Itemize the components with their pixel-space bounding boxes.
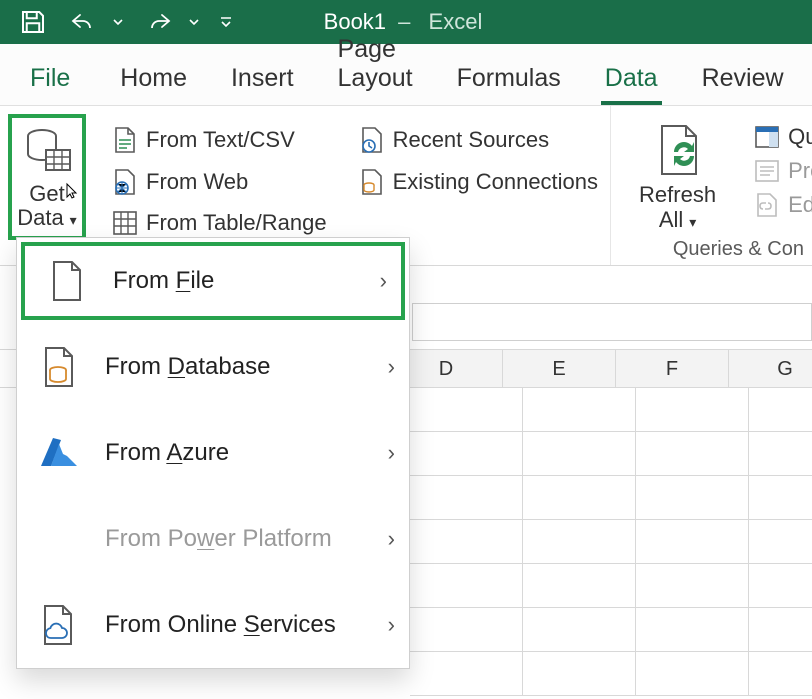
file-icon bbox=[47, 260, 87, 302]
cursor-icon bbox=[65, 182, 79, 200]
redo-button[interactable] bbox=[142, 9, 176, 35]
menu-label: From Online Services bbox=[105, 611, 336, 639]
tab-home[interactable]: Home bbox=[98, 50, 209, 105]
menu-label: From File bbox=[113, 267, 214, 295]
connections-file-icon bbox=[359, 168, 385, 196]
recent-sources-button[interactable]: Recent Sources bbox=[353, 122, 604, 158]
database-table-icon bbox=[20, 124, 74, 178]
database-file-icon bbox=[39, 346, 79, 388]
from-table-range-button[interactable]: From Table/Range bbox=[106, 206, 333, 240]
customize-qat-icon[interactable] bbox=[218, 14, 234, 30]
web-file-icon bbox=[112, 168, 138, 196]
recent-file-icon bbox=[359, 126, 385, 154]
tab-formulas[interactable]: Formulas bbox=[435, 50, 583, 105]
queries-pane-icon bbox=[754, 125, 780, 149]
ribbon-group-caption: Queries & Con bbox=[673, 238, 804, 261]
quick-access-toolbar bbox=[0, 7, 234, 37]
chevron-right-icon: › bbox=[388, 526, 395, 552]
col-header-f[interactable]: F bbox=[616, 350, 729, 387]
get-data-menu: From File › From Database › From Azure ›… bbox=[16, 237, 410, 669]
table-icon bbox=[112, 210, 138, 236]
menu-from-azure[interactable]: From Azure › bbox=[17, 410, 409, 496]
refresh-all-button[interactable]: Refresh All ▾ bbox=[617, 114, 730, 233]
redo-dropdown-icon[interactable] bbox=[188, 16, 200, 28]
menu-label: From Database bbox=[105, 353, 270, 381]
formula-input[interactable] bbox=[412, 303, 812, 341]
undo-button[interactable] bbox=[66, 9, 100, 35]
from-text-csv-button[interactable]: From Text/CSV bbox=[106, 122, 333, 158]
chevron-right-icon: › bbox=[388, 440, 395, 466]
edit-links-icon bbox=[754, 192, 780, 218]
ribbon-tabs: File Home Insert Page Layout Formulas Da… bbox=[0, 44, 812, 106]
get-data-button[interactable]: Get Data ▾ bbox=[8, 114, 86, 240]
tab-insert[interactable]: Insert bbox=[209, 50, 316, 105]
menu-from-online-services[interactable]: From Online Services › bbox=[17, 582, 409, 668]
menu-label: From Azure bbox=[105, 439, 229, 467]
refresh-icon bbox=[652, 122, 704, 178]
menu-from-database[interactable]: From Database › bbox=[17, 324, 409, 410]
tab-data[interactable]: Data bbox=[583, 50, 680, 105]
menu-label: From Power Platform bbox=[105, 525, 332, 553]
chevron-right-icon: › bbox=[388, 612, 395, 638]
tab-file[interactable]: File bbox=[8, 50, 98, 105]
undo-dropdown-icon[interactable] bbox=[112, 16, 124, 28]
col-header-e[interactable]: E bbox=[503, 350, 616, 387]
save-icon[interactable] bbox=[18, 7, 48, 37]
azure-icon bbox=[39, 434, 79, 472]
col-header-g[interactable]: G bbox=[729, 350, 812, 387]
from-web-button[interactable]: From Web bbox=[106, 164, 333, 200]
text-file-icon bbox=[112, 126, 138, 154]
edit-links-button[interactable]: Edit Links bbox=[752, 190, 812, 220]
cloud-file-icon bbox=[39, 604, 79, 646]
queries-connections-button[interactable]: Queries & bbox=[752, 122, 812, 152]
chevron-right-icon: › bbox=[388, 354, 395, 380]
tab-page-layout[interactable]: Page Layout bbox=[316, 21, 435, 105]
menu-from-file[interactable]: From File › bbox=[21, 242, 405, 320]
properties-button[interactable]: Properties bbox=[752, 156, 812, 186]
properties-icon bbox=[754, 159, 780, 183]
existing-connections-button[interactable]: Existing Connections bbox=[353, 164, 604, 200]
chevron-right-icon: › bbox=[380, 268, 387, 294]
menu-from-power-platform: From Power Platform › bbox=[17, 496, 409, 582]
tab-review[interactable]: Review bbox=[680, 50, 806, 105]
